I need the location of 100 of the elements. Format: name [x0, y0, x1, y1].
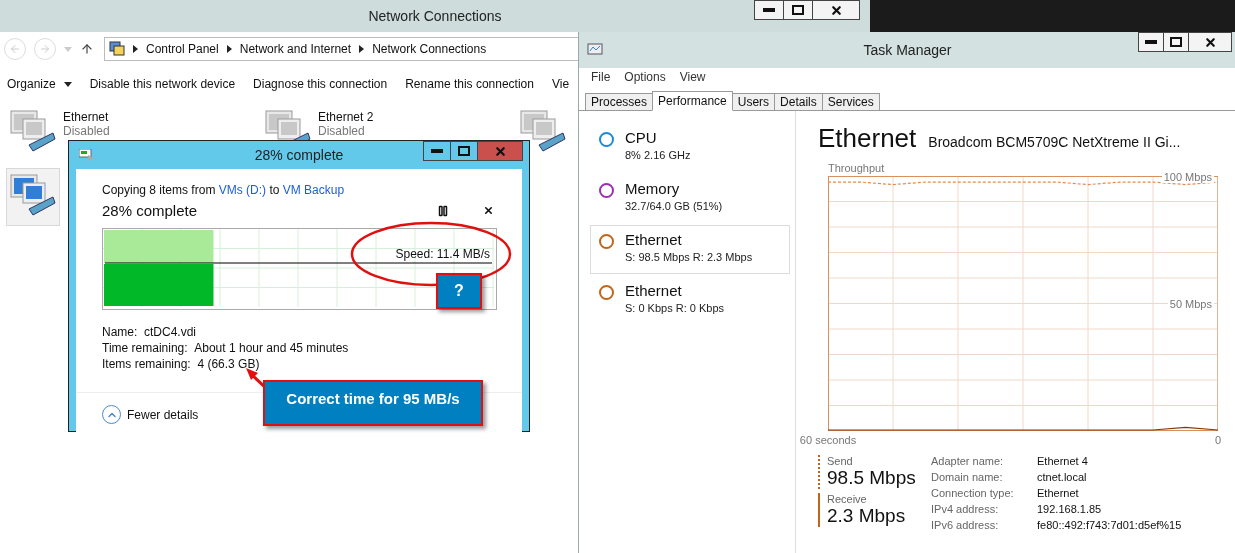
- resource-item[interactable]: CPU 8% 2.16 GHz: [590, 123, 790, 172]
- adapter-status: Disabled: [63, 124, 110, 138]
- resource-name: Ethernet: [625, 231, 683, 248]
- destination-link[interactable]: VM Backup: [282, 183, 345, 197]
- annotation-badge: ?: [436, 273, 482, 309]
- close-button[interactable]: [1188, 32, 1232, 52]
- toolbar-button[interactable]: Organize: [7, 77, 72, 91]
- tab[interactable]: Performance: [652, 91, 733, 111]
- toolbar-button[interactable]: Rename this connection: [405, 77, 534, 91]
- stat-label: Send: [827, 455, 854, 467]
- fewer-details-button[interactable]: Fewer details: [102, 405, 199, 424]
- close-icon: [493, 144, 507, 158]
- minimize-button[interactable]: [754, 0, 784, 20]
- property-value: ctnet.local: [1037, 471, 1088, 483]
- maximize-icon: [458, 146, 470, 156]
- speed-label: Speed: 11.4 MB/s: [395, 247, 490, 261]
- tab[interactable]: Services: [821, 93, 880, 110]
- minimize-icon: [1145, 40, 1157, 44]
- dialog-title: 28% complete: [254, 147, 344, 163]
- stat-value: 98.5 Mbps: [827, 467, 917, 489]
- maximize-button[interactable]: [783, 0, 813, 20]
- property-value: Ethernet: [1037, 487, 1080, 499]
- close-icon: [1203, 35, 1217, 49]
- property-label: Domain name:: [931, 471, 1004, 483]
- toolbar-button[interactable]: Vie: [551, 77, 570, 91]
- resource-detail: 8% 2.16 GHz: [625, 149, 691, 161]
- chart-title: Throughput: [828, 162, 885, 174]
- adapter-name: Ethernet 2: [318, 110, 374, 124]
- dropdown-icon: [64, 46, 72, 52]
- stat-label: Receive: [827, 493, 868, 505]
- adapter-status: Disabled: [318, 124, 366, 138]
- minimize-icon: [763, 8, 775, 12]
- window-title: Task Manager: [863, 42, 952, 58]
- resource-name: CPU: [625, 129, 658, 146]
- resource-item[interactable]: Memory 32.7/64.0 GB (51%): [590, 174, 790, 223]
- forward-icon: [39, 43, 51, 55]
- pause-icon[interactable]: [437, 204, 449, 217]
- adapter-model: Broadcom BCM5709C NetXtreme II Gi...: [928, 134, 1181, 150]
- annotation-callout: Correct time for 95 MB/s: [263, 380, 483, 426]
- cancel-icon[interactable]: [483, 205, 494, 216]
- back-icon: [9, 43, 21, 55]
- minimize-icon: [431, 149, 443, 153]
- property-value: Ethernet 4: [1037, 455, 1089, 467]
- minimize-button[interactable]: [1138, 32, 1164, 52]
- resource-name: Ethernet: [625, 282, 683, 299]
- chevron-icon: [226, 45, 232, 53]
- tab[interactable]: Processes: [585, 93, 654, 110]
- computer-icon: [519, 107, 567, 153]
- toolbar-button[interactable]: Disable this network device: [89, 77, 236, 91]
- maximize-button[interactable]: [1163, 32, 1189, 52]
- copy-icon: [79, 149, 95, 161]
- property-label: Connection type:: [931, 487, 1015, 499]
- axis-label: 60 seconds: [799, 434, 857, 446]
- menu-item[interactable]: View: [679, 70, 706, 84]
- chevron-icon: [359, 45, 365, 53]
- maximize-button[interactable]: [450, 141, 478, 161]
- control-panel-icon: [109, 41, 125, 57]
- menu-item[interactable]: Options: [624, 70, 666, 84]
- resource-item[interactable]: Ethernet S: 98.5 Mbps R: 2.3 Mbps: [590, 225, 790, 274]
- property-label: IPv4 address:: [931, 503, 1000, 515]
- panel-heading: Ethernet: [818, 123, 917, 154]
- detail-line: Items remaining: 4 (66.3 GB): [102, 356, 260, 372]
- property-label: Adapter name:: [931, 455, 1005, 467]
- close-button[interactable]: [812, 0, 860, 20]
- minimize-button[interactable]: [423, 141, 451, 161]
- source-link[interactable]: VMs (D:): [218, 183, 267, 197]
- breadcrumb-item[interactable]: Control Panel: [146, 42, 219, 56]
- resource-item[interactable]: Ethernet S: 0 Kbps R: 0 Kbps: [590, 276, 790, 325]
- maximize-icon: [1170, 37, 1182, 47]
- up-button[interactable]: [80, 42, 94, 56]
- adapter-name: Ethernet: [63, 110, 110, 124]
- maximize-icon: [792, 5, 804, 15]
- computer-icon: [9, 107, 57, 153]
- property-label: IPv6 address:: [931, 519, 1000, 531]
- monitor-icon: [587, 43, 603, 57]
- close-icon: [829, 3, 843, 17]
- property-value: fe80::492:f743:7d01:d5ef%15: [1037, 519, 1182, 531]
- axis-label: 100 Mbps: [1161, 171, 1214, 183]
- property-value: 192.168.1.85: [1037, 503, 1103, 515]
- chevron-icon: [133, 45, 138, 53]
- resource-detail: S: 0 Kbps R: 0 Kbps: [625, 302, 725, 314]
- adapter-item[interactable]: Ethernet Disabled: [6, 104, 113, 162]
- breadcrumb-item[interactable]: Network and Internet: [239, 42, 352, 56]
- stat-value: 2.3 Mbps: [827, 505, 907, 527]
- detail-line: Time remaining: About 1 hour and 45 minutes: [102, 340, 349, 356]
- axis-label: 0: [1214, 434, 1222, 446]
- tab[interactable]: Details: [774, 93, 823, 110]
- toolbar-button[interactable]: Diagnose this connection: [253, 77, 388, 91]
- progress-heading: 28% complete: [102, 202, 199, 219]
- computer-icon: [9, 171, 57, 217]
- detail-line: Name: ctDC4.vdi: [102, 324, 197, 340]
- breadcrumb-item[interactable]: Network Connections: [372, 42, 487, 56]
- resource-name: Memory: [625, 180, 681, 197]
- copy-source-text: Copying 8 items from VMs (D:) to VM Backup: [102, 183, 346, 197]
- tab[interactable]: Users: [731, 93, 776, 110]
- resource-detail: 32.7/64.0 GB (51%): [625, 200, 723, 212]
- menu-item[interactable]: File: [591, 70, 611, 84]
- resource-detail: S: 98.5 Mbps R: 2.3 Mbps: [625, 251, 753, 263]
- caret-icon: [63, 81, 72, 87]
- address-bar[interactable]: Control Panel Network and Internet Network Connections: [104, 37, 580, 61]
